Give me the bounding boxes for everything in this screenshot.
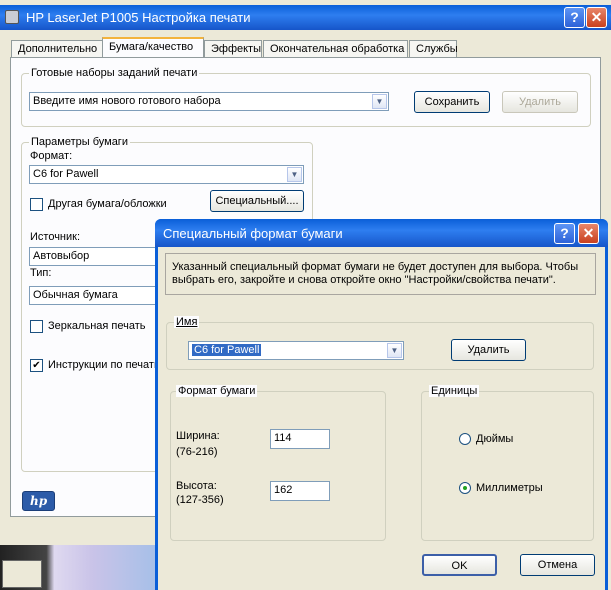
desktop-widget — [2, 560, 42, 588]
height-input[interactable]: 162 — [270, 481, 330, 501]
mirror-checkbox[interactable] — [30, 320, 43, 333]
dialog-info-text: Указанный специальный формат бумаги не б… — [172, 261, 579, 286]
type-label: Тип: — [30, 267, 52, 279]
source-label: Источник: — [30, 231, 81, 243]
dialog-help-button[interactable]: ? — [554, 223, 575, 244]
instructions-label: Инструкции по печати — [48, 359, 161, 371]
chevron-down-icon[interactable]: ▼ — [372, 94, 387, 109]
height-label: Высота: — [176, 480, 217, 492]
source-combo[interactable]: Автовыбор — [29, 247, 169, 266]
special-button[interactable]: Специальный.... — [210, 190, 304, 212]
hp-logo: hp — [22, 491, 55, 511]
unit-inches-radio[interactable] — [459, 433, 471, 445]
units-group — [421, 391, 594, 541]
format-label: Формат: — [30, 150, 73, 162]
save-button[interactable]: Сохранить — [414, 91, 490, 113]
ok-button[interactable]: OK — [422, 554, 497, 576]
name-group-label: Имя — [174, 316, 200, 328]
cancel-button[interactable]: Отмена — [520, 554, 595, 576]
format-group — [170, 391, 386, 541]
main-title-bar[interactable]: HP LaserJet P1005 Настройка печати ? ✕ — [0, 5, 611, 30]
unit-inches-label: Дюймы — [476, 433, 514, 445]
mirror-label: Зеркальная печать — [48, 320, 146, 332]
unit-mm-label: Миллиметры — [476, 482, 543, 494]
dialog-title: Специальный формат бумаги — [163, 226, 343, 241]
tab-finishing[interactable]: Окончательная обработка — [263, 40, 408, 58]
chevron-down-icon[interactable]: ▼ — [387, 343, 402, 358]
chevron-down-icon[interactable]: ▼ — [287, 167, 302, 182]
format-group-label: Формат бумаги — [176, 385, 258, 397]
other-paper-label: Другая бумага/обложки — [48, 198, 167, 210]
delete-preset-button[interactable]: Удалить — [502, 91, 578, 113]
tab-services[interactable]: Службы — [409, 40, 458, 58]
tab-paper-quality[interactable]: Бумага/качество — [102, 37, 204, 58]
units-group-label: Единицы — [429, 385, 480, 397]
close-button[interactable]: ✕ — [586, 7, 607, 28]
delete-name-button[interactable]: Удалить — [451, 339, 526, 361]
type-combo[interactable]: Обычная бумага — [29, 286, 169, 305]
unit-mm-radio[interactable] — [459, 482, 471, 494]
main-title: HP LaserJet P1005 Настройка печати — [26, 10, 251, 25]
presets-group-label: Готовые наборы заданий печати — [29, 67, 200, 79]
name-combo[interactable]: C6 for Pawell ▼ — [188, 341, 404, 360]
hp-logo-text: hp — [30, 494, 48, 508]
help-button[interactable]: ? — [564, 7, 585, 28]
tab-advanced[interactable]: Дополнительно — [11, 40, 103, 58]
width-label: Ширина: — [176, 430, 220, 442]
paper-group-label: Параметры бумаги — [29, 136, 130, 148]
tab-effects[interactable]: Эффекты — [204, 40, 262, 58]
printer-icon — [5, 10, 19, 24]
width-input[interactable]: 114 — [270, 429, 330, 449]
dialog-close-button[interactable]: ✕ — [578, 223, 599, 244]
format-combo[interactable]: C6 for Pawell ▼ — [29, 165, 304, 184]
instructions-checkbox[interactable]: ✔ — [30, 359, 43, 372]
width-range: (76-216) — [176, 446, 218, 458]
dialog-title-bar[interactable]: Специальный формат бумаги ? ✕ — [155, 219, 608, 247]
presets-combo[interactable]: Введите имя нового готового набора ▼ — [29, 92, 389, 111]
other-paper-checkbox[interactable] — [30, 198, 43, 211]
height-range: (127-356) — [176, 494, 224, 506]
